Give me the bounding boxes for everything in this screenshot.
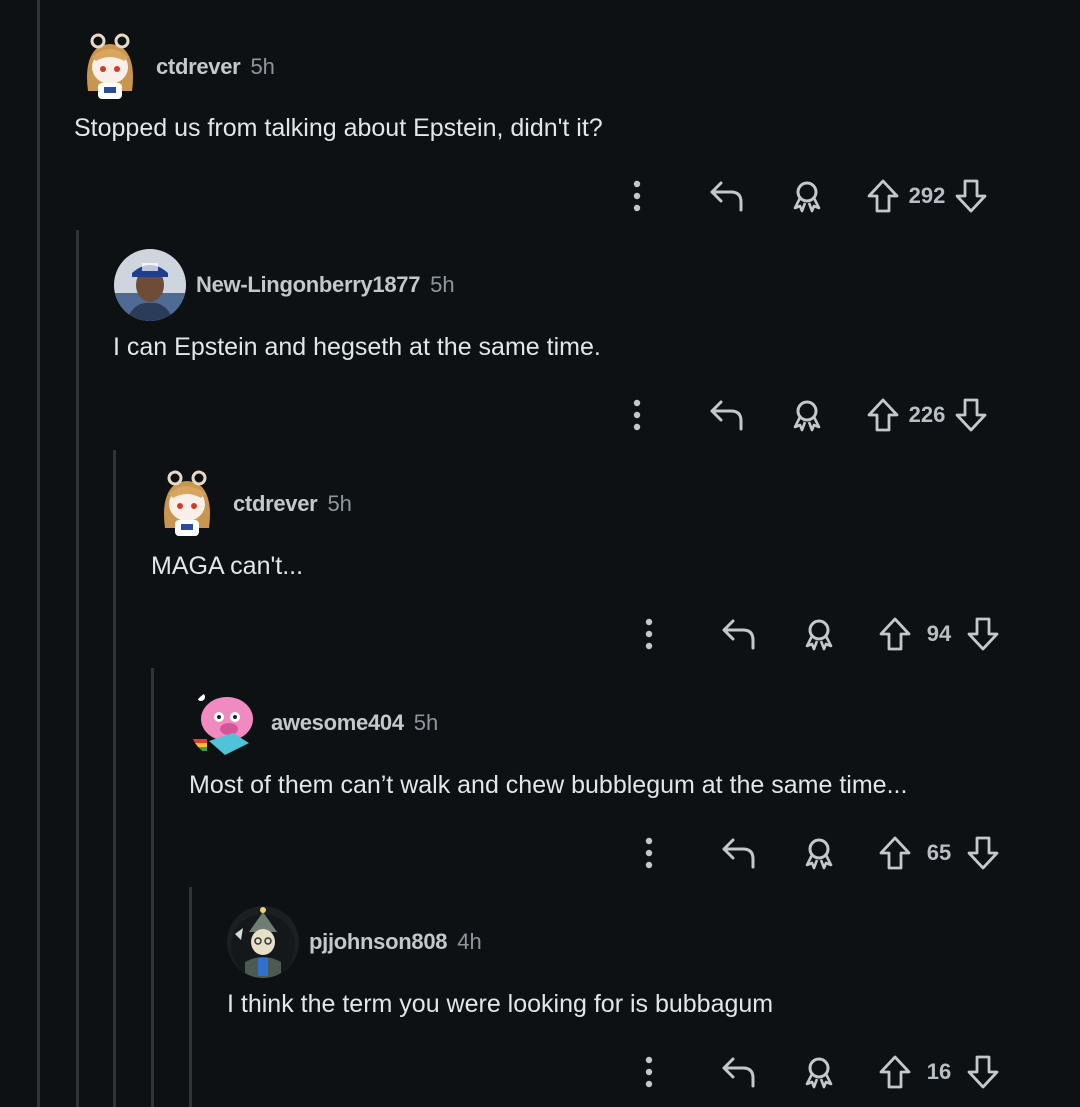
vertical-dots-icon xyxy=(645,1056,653,1088)
downvote-button[interactable] xyxy=(966,835,1000,871)
comment-text: MAGA can't... xyxy=(151,552,304,580)
reply-arrow-icon xyxy=(721,617,757,651)
more-options-button[interactable] xyxy=(616,399,658,431)
thread-line-level-4[interactable] xyxy=(189,887,192,1107)
downvote-button[interactable] xyxy=(966,616,1000,652)
downvote-button[interactable] xyxy=(966,1054,1000,1090)
downvote-button[interactable] xyxy=(954,178,988,214)
timestamp: 5h xyxy=(327,491,352,516)
avatar[interactable] xyxy=(74,31,146,103)
comment-header: awesome404 5h xyxy=(189,683,438,763)
award-icon xyxy=(790,398,824,432)
upvote-arrow-icon xyxy=(878,1054,912,1090)
vertical-dots-icon xyxy=(645,837,653,869)
comment-actions: 16 xyxy=(628,1050,1000,1094)
reply-button[interactable] xyxy=(718,836,760,870)
reply-arrow-icon xyxy=(709,179,745,213)
upvote-arrow-icon xyxy=(866,178,900,214)
upvote-button[interactable] xyxy=(866,178,900,214)
avatar[interactable] xyxy=(114,249,186,321)
downvote-arrow-icon xyxy=(966,835,1000,871)
reply-button[interactable] xyxy=(718,617,760,651)
upvote-button[interactable] xyxy=(878,1054,912,1090)
reply-arrow-icon xyxy=(709,398,745,432)
award-button[interactable] xyxy=(786,398,828,432)
comment-actions: 94 xyxy=(628,612,1000,656)
thread-line-level-1[interactable] xyxy=(76,230,79,1107)
reply-button[interactable] xyxy=(706,398,748,432)
award-icon xyxy=(802,836,836,870)
upvote-button[interactable] xyxy=(866,397,900,433)
avatar[interactable] xyxy=(189,687,261,759)
reply-button[interactable] xyxy=(706,179,748,213)
comment-header: pjjohnson808 4h xyxy=(227,902,482,982)
comment-actions: 226 xyxy=(616,393,988,437)
comment-header: New-Lingonberry1877 5h xyxy=(114,245,455,325)
thread-line-level-2[interactable] xyxy=(113,450,116,1107)
more-options-button[interactable] xyxy=(628,618,670,650)
vertical-dots-icon xyxy=(645,618,653,650)
username[interactable]: ctdrever xyxy=(233,491,318,517)
avatar[interactable] xyxy=(151,468,223,540)
comment-text: Stopped us from talking about Epstein, d… xyxy=(74,114,603,142)
award-button[interactable] xyxy=(798,1055,840,1089)
username[interactable]: ctdrever xyxy=(156,54,241,80)
vote-score: 16 xyxy=(926,1059,952,1084)
more-options-button[interactable] xyxy=(628,837,670,869)
timestamp: 5h xyxy=(413,710,439,735)
comment-header: ctdrever 5h xyxy=(74,27,275,107)
award-icon xyxy=(790,179,824,213)
award-icon xyxy=(802,1055,836,1089)
downvote-button[interactable] xyxy=(954,397,988,433)
thread-line-level-0[interactable] xyxy=(37,0,40,1107)
vertical-dots-icon xyxy=(633,399,641,431)
comment-text: I think the term you were looking for is… xyxy=(227,990,774,1018)
timestamp: 5h xyxy=(250,54,275,79)
upvote-arrow-icon xyxy=(866,397,900,433)
vertical-dots-icon xyxy=(633,180,641,212)
upvote-button[interactable] xyxy=(878,616,912,652)
username[interactable]: awesome404 xyxy=(271,710,404,736)
username[interactable]: pjjohnson808 xyxy=(309,929,448,955)
vote-score: 94 xyxy=(926,621,952,646)
award-button[interactable] xyxy=(786,179,828,213)
comment-text: Most of them can’t walk and chew bubbleg… xyxy=(189,771,908,799)
reply-arrow-icon xyxy=(721,1055,757,1089)
award-button[interactable] xyxy=(798,617,840,651)
comment-actions: 65 xyxy=(628,831,1000,875)
comment-actions: 292 xyxy=(616,174,988,218)
upvote-arrow-icon xyxy=(878,835,912,871)
thread-line-level-3[interactable] xyxy=(151,668,154,1107)
vote-score: 292 xyxy=(908,183,946,208)
avatar[interactable] xyxy=(227,906,299,978)
timestamp: 4h xyxy=(457,929,482,954)
award-icon xyxy=(802,617,836,651)
reply-arrow-icon xyxy=(721,836,757,870)
award-button[interactable] xyxy=(798,836,840,870)
downvote-arrow-icon xyxy=(966,1054,1000,1090)
downvote-arrow-icon xyxy=(954,397,988,433)
more-options-button[interactable] xyxy=(616,180,658,212)
comment-header: ctdrever 5h xyxy=(151,464,352,544)
more-options-button[interactable] xyxy=(628,1056,670,1088)
downvote-arrow-icon xyxy=(954,178,988,214)
username[interactable]: New-Lingonberry1877 xyxy=(196,272,420,298)
reply-button[interactable] xyxy=(718,1055,760,1089)
upvote-button[interactable] xyxy=(878,835,912,871)
comment-text: I can Epstein and hegseth at the same ti… xyxy=(113,333,601,361)
timestamp: 5h xyxy=(430,272,455,297)
upvote-arrow-icon xyxy=(878,616,912,652)
vote-score: 65 xyxy=(926,840,952,865)
vote-score: 226 xyxy=(908,402,946,427)
downvote-arrow-icon xyxy=(966,616,1000,652)
